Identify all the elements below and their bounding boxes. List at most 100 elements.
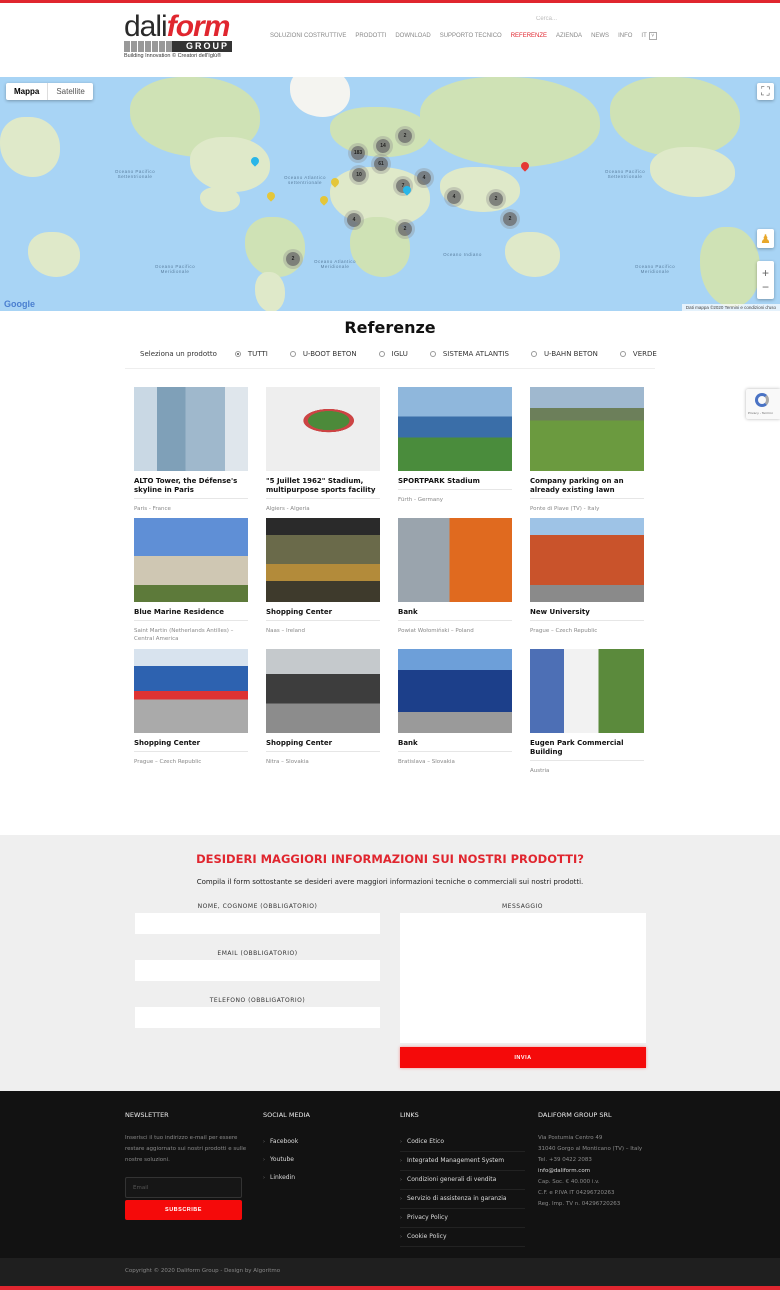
map-cluster[interactable]: 2 bbox=[286, 252, 300, 266]
map-pin-yellow[interactable] bbox=[318, 194, 330, 206]
nav-supporto-tecnico[interactable]: SUPPORTO TECNICO bbox=[440, 33, 502, 39]
reference-title[interactable]: ALTO Tower, the Défense's skyline in Par… bbox=[134, 477, 248, 499]
reference-title[interactable]: Shopping Center bbox=[266, 608, 380, 621]
recaptcha-badge[interactable]: Privacy - Termini bbox=[746, 389, 780, 419]
reference-title[interactable]: Blue Marine Residence bbox=[134, 608, 248, 621]
reference-image[interactable] bbox=[266, 649, 380, 733]
reference-card[interactable]: Eugen Park Commercial Building Austria bbox=[530, 649, 644, 780]
nav-prodotti[interactable]: PRODOTTI bbox=[355, 33, 386, 39]
map-cluster[interactable]: 2 bbox=[489, 192, 503, 206]
reference-card[interactable]: "5 Juillet 1962" Stadium, multipurpose s… bbox=[266, 387, 380, 518]
footer-link-condizioni[interactable]: › Condizioni generali di vendita bbox=[400, 1171, 525, 1190]
zoom-out-button[interactable]: − bbox=[762, 280, 769, 294]
company-phone: Tel. +39 0422 2083 bbox=[538, 1157, 592, 1163]
reference-title[interactable]: New University bbox=[530, 608, 644, 621]
footer-link-codice-etico[interactable]: › Codice Etico bbox=[400, 1133, 525, 1152]
social-link-linkedin[interactable]: › Linkedin bbox=[263, 1169, 388, 1187]
references-map[interactable]: Oceano Pacifico Settentrionale Oceano At… bbox=[0, 77, 780, 311]
map-type-satellite[interactable]: Satellite bbox=[47, 83, 92, 100]
reference-card[interactable]: ALTO Tower, the Défense's skyline in Par… bbox=[134, 387, 248, 518]
reference-image[interactable] bbox=[134, 387, 248, 471]
reference-title[interactable]: "5 Juillet 1962" Stadium, multipurpose s… bbox=[266, 477, 380, 499]
footer-link-privacy[interactable]: › Privacy Policy bbox=[400, 1209, 525, 1228]
reference-location: Algiers - Algeria bbox=[266, 506, 310, 512]
reference-title[interactable]: SPORTPARK Stadium bbox=[398, 477, 512, 490]
map-cluster[interactable]: 183 bbox=[351, 146, 365, 160]
reference-card[interactable]: SPORTPARK Stadium Fürth - Germany bbox=[398, 387, 512, 518]
name-label: NOME, COGNOME (OBBLIGATORIO) bbox=[197, 903, 318, 910]
reference-card[interactable]: Bank Powiat Wołomiński – Poland bbox=[398, 518, 512, 649]
reference-image[interactable] bbox=[398, 387, 512, 471]
reference-title[interactable]: Bank bbox=[398, 608, 512, 621]
filter-verde[interactable]: VERDE bbox=[619, 350, 657, 358]
zoom-in-button[interactable]: + bbox=[762, 266, 769, 280]
reference-title[interactable]: Shopping Center bbox=[266, 739, 380, 752]
reference-card[interactable]: Shopping Center Nitra – Slovakia bbox=[266, 649, 380, 780]
map-cluster[interactable]: 2 bbox=[398, 222, 412, 236]
reference-card[interactable]: Company parking on an already existing l… bbox=[530, 387, 644, 518]
map-type-mappa[interactable]: Mappa bbox=[6, 83, 47, 100]
map-cluster[interactable]: 14 bbox=[376, 139, 390, 153]
chevron-right-icon: › bbox=[263, 1157, 265, 1163]
reference-card[interactable]: New University Prague – Czech Republic bbox=[530, 518, 644, 649]
name-field[interactable] bbox=[135, 913, 380, 934]
submit-button[interactable]: INVIA bbox=[400, 1047, 646, 1068]
reference-card[interactable]: Blue Marine Residence Saint Martin (Neth… bbox=[134, 518, 248, 649]
company-email-link[interactable]: info@daliform.com bbox=[538, 1166, 668, 1177]
reference-image[interactable] bbox=[530, 387, 644, 471]
social-link-youtube[interactable]: › Youtube bbox=[263, 1151, 388, 1169]
footer-link-cookie[interactable]: › Cookie Policy bbox=[400, 1228, 525, 1247]
reference-image[interactable] bbox=[398, 649, 512, 733]
map-cluster[interactable]: 61 bbox=[374, 157, 388, 171]
map-cluster[interactable]: 4 bbox=[417, 171, 431, 185]
fullscreen-icon[interactable]: ⛶ bbox=[757, 83, 774, 100]
map-land-south-america-2 bbox=[700, 227, 760, 307]
newsletter-email-input[interactable] bbox=[125, 1177, 242, 1198]
reference-image[interactable] bbox=[266, 518, 380, 602]
language-select[interactable]: IT ˅ bbox=[641, 32, 657, 40]
nav-azienda[interactable]: AZIENDA bbox=[556, 33, 582, 39]
filter-iglu[interactable]: IGLU bbox=[378, 350, 408, 358]
reference-title[interactable]: Company parking on an already existing l… bbox=[530, 477, 644, 499]
search-input[interactable] bbox=[532, 12, 648, 26]
reference-title[interactable]: Bank bbox=[398, 739, 512, 752]
reference-card[interactable]: Shopping Center Naas – Ireland bbox=[266, 518, 380, 649]
logo-tagline: Building Innovation © Creatori dell'Iglù… bbox=[124, 53, 222, 59]
phone-field[interactable] bbox=[135, 1007, 380, 1028]
street-view-pegman-icon[interactable]: ♟ bbox=[757, 229, 774, 248]
nav-soluzioni-costruttive[interactable]: SOLUZIONI COSTRUTTIVE bbox=[270, 33, 346, 39]
map-cluster[interactable]: 4 bbox=[447, 190, 461, 204]
reference-title[interactable]: Eugen Park Commercial Building bbox=[530, 739, 644, 761]
nav-info[interactable]: INFO bbox=[618, 33, 632, 39]
filter-u-bahn-beton[interactable]: U-BAHN BETON bbox=[530, 350, 598, 358]
reference-image[interactable] bbox=[530, 518, 644, 602]
reference-title[interactable]: Shopping Center bbox=[134, 739, 248, 752]
footer-company: DALIFORM GROUP SRL Via Postumia Centro 4… bbox=[538, 1111, 668, 1210]
map-attribution[interactable]: Dati mappa ©2020 Termini e condizioni d'… bbox=[681, 304, 780, 311]
reference-image[interactable] bbox=[134, 518, 248, 602]
email-field[interactable] bbox=[135, 960, 380, 981]
reference-image[interactable] bbox=[398, 518, 512, 602]
nav-download[interactable]: DOWNLOAD bbox=[395, 33, 430, 39]
footer-link-garanzia[interactable]: › Servizio di assistenza in garanzia bbox=[400, 1190, 525, 1209]
daliform-logo[interactable]: daliform GROUP Building Innovation © Cre… bbox=[124, 12, 232, 59]
message-field[interactable] bbox=[400, 913, 646, 1043]
map-cluster[interactable]: 10 bbox=[352, 168, 366, 182]
nav-news[interactable]: NEWS bbox=[591, 33, 609, 39]
filter-sistema-atlantis[interactable]: SISTEMA ATLANTIS bbox=[429, 350, 509, 358]
footer-link-ims[interactable]: › Integrated Management System bbox=[400, 1152, 525, 1171]
social-link-facebook[interactable]: › Facebook bbox=[263, 1133, 388, 1151]
filter-tutti[interactable]: TUTTI bbox=[234, 350, 268, 358]
map-cluster[interactable]: 2 bbox=[398, 129, 412, 143]
reference-image[interactable] bbox=[530, 649, 644, 733]
reference-image[interactable] bbox=[266, 387, 380, 471]
filter-u-boot-beton[interactable]: U-BOOT BETON bbox=[289, 350, 357, 358]
map-cluster[interactable]: 2 bbox=[503, 212, 517, 226]
reference-card[interactable]: Bank Bratislava – Slovakia bbox=[398, 649, 512, 780]
reference-card[interactable]: Shopping Center Prague – Czech Republic bbox=[134, 649, 248, 780]
map-cluster[interactable]: 4 bbox=[347, 213, 361, 227]
subscribe-button[interactable]: SUBSCRIBE bbox=[125, 1200, 242, 1220]
reference-image[interactable] bbox=[134, 649, 248, 733]
nav-referenze[interactable]: REFERENZE bbox=[511, 33, 547, 39]
map-pin-yellow[interactable] bbox=[265, 190, 277, 202]
